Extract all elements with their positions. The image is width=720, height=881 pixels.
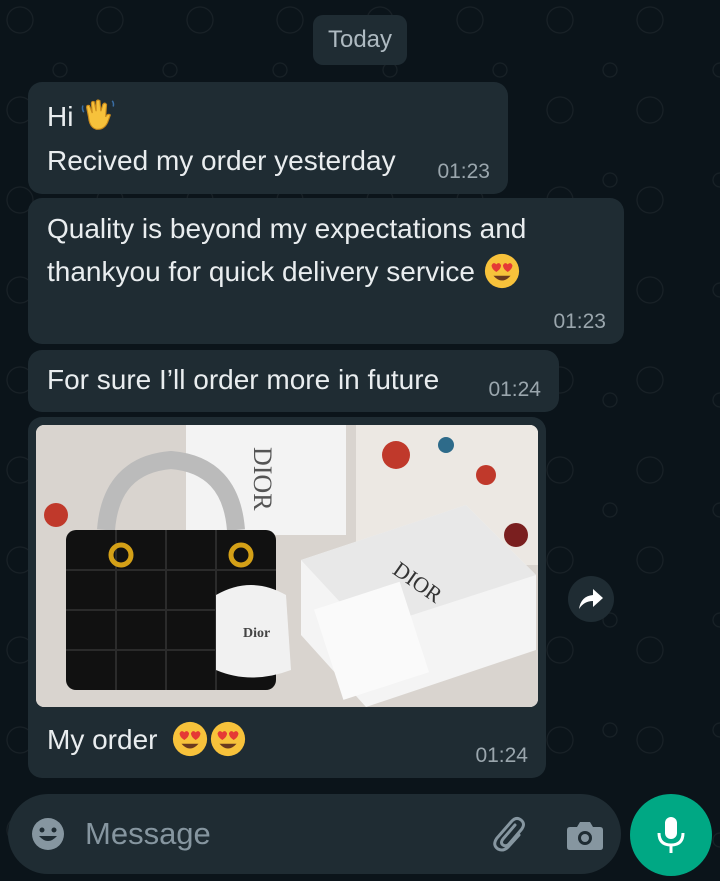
waving-hand-emoji-icon <box>82 99 115 130</box>
voice-record-button[interactable] <box>630 794 712 876</box>
image-message-bubble[interactable]: DIOR DIOR Dior My order 01:24 <box>28 417 546 778</box>
message-bubble[interactable]: Quality is beyond my expectations and th… <box>28 198 624 344</box>
message-bubble[interactable]: Hi Recived my order yesterday 01:23 <box>28 82 508 194</box>
message-time: 01:24 <box>488 378 541 401</box>
heart-eyes-emoji-icon <box>484 253 519 289</box>
date-separator: Today <box>313 15 407 65</box>
attach-button[interactable] <box>486 812 530 856</box>
forward-button[interactable] <box>568 576 614 622</box>
order-photo[interactable]: DIOR DIOR Dior <box>36 425 538 707</box>
message-composer[interactable]: Message <box>8 794 621 874</box>
message-bubble[interactable]: For sure I’ll order more in future 01:24 <box>28 350 559 412</box>
paperclip-icon <box>493 816 525 852</box>
heart-eyes-emoji-icon <box>173 721 208 757</box>
message-line: Hi <box>47 96 117 138</box>
bag-tag-text: DIOR <box>248 447 277 511</box>
pouch-text: Dior <box>243 626 270 641</box>
camera-icon <box>567 822 603 850</box>
message-line: Quality is beyond my expectations and <box>47 213 527 244</box>
microphone-icon <box>657 817 685 853</box>
message-line: thankyou for quick delivery service <box>47 251 521 293</box>
emoji-button[interactable] <box>28 814 68 854</box>
message-time: 01:23 <box>437 160 490 183</box>
message-input[interactable]: Message <box>85 814 211 854</box>
message-time: 01:23 <box>553 310 606 333</box>
image-caption: My order <box>47 719 247 761</box>
heart-eyes-emoji-icon <box>211 721 246 757</box>
message-line: For sure I’ll order more in future <box>47 364 440 395</box>
message-time: 01:24 <box>475 744 528 767</box>
forward-arrow-icon <box>579 589 603 609</box>
camera-button[interactable] <box>563 813 607 857</box>
emoji-icon <box>32 818 64 850</box>
photo-illustration: DIOR DIOR Dior <box>36 425 538 707</box>
message-line: Recived my order yesterday <box>47 145 396 176</box>
